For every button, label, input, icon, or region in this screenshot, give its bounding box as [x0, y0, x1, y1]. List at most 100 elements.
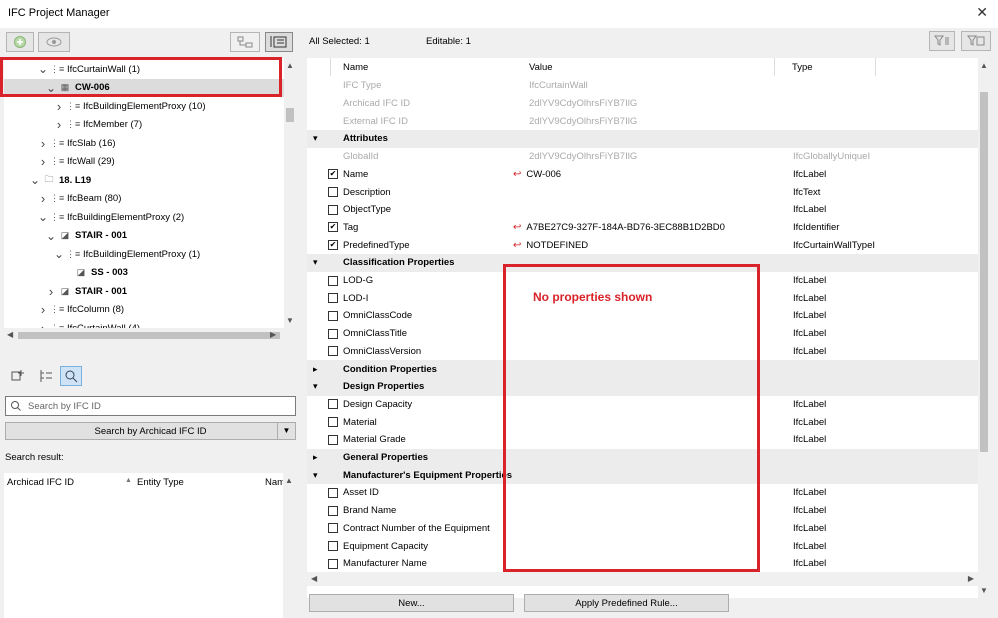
property-checkbox[interactable]: ✔: [328, 240, 338, 251]
search-mode-dropdown[interactable]: Search by Archicad IFC ID ▼: [5, 422, 296, 440]
apply-predefined-rule-button[interactable]: Apply Predefined Rule...: [524, 594, 729, 612]
scroll-down-icon[interactable]: ▼: [980, 586, 988, 595]
tree-item[interactable]: ◪ SS - 003: [4, 264, 284, 282]
filter-checked-button[interactable]: [961, 31, 991, 51]
chevron-right-icon[interactable]: ›: [54, 117, 64, 132]
tree-item[interactable]: › ⋮≡ IfcWall (29): [4, 153, 284, 171]
chevron-right-icon[interactable]: ›: [38, 321, 48, 329]
property-row[interactable]: External IFC ID 2dlYV9CdyOlhrsFiYB7IlG: [307, 112, 978, 130]
column-header-name[interactable]: Name: [337, 58, 527, 76]
scroll-thumb[interactable]: [18, 332, 280, 339]
scroll-thumb[interactable]: [286, 108, 294, 122]
revert-arrow-icon[interactable]: ↩: [513, 222, 521, 233]
property-checkbox[interactable]: [328, 310, 338, 321]
property-row[interactable]: ✔ Tag ↩ A7BE27C9-327F-184A-BD76-3EC88B1D2BD…: [307, 219, 978, 237]
revert-arrow-icon[interactable]: ↩: [513, 169, 521, 180]
search-toggle-button[interactable]: [60, 366, 82, 386]
property-checkbox[interactable]: [328, 275, 338, 286]
tree-item[interactable]: › ◪ STAIR - 001: [4, 282, 284, 300]
tree-item[interactable]: ⌄ ⋮≡ IfcBuildingElementProxy (2): [4, 208, 284, 226]
tree-item[interactable]: ⌄ 🗀 18. L19: [4, 171, 284, 189]
property-checkbox[interactable]: [328, 487, 338, 498]
collapse-icon[interactable]: ▾: [313, 254, 318, 272]
property-row[interactable]: ✔ PredefinedType ↩ NOTDEFINED IfcCurtainWall…: [307, 236, 978, 254]
chevron-down-icon[interactable]: ⌄: [38, 210, 48, 224]
property-checkbox[interactable]: [328, 328, 338, 339]
tree-item[interactable]: › ⋮≡ IfcSlab (16): [4, 134, 284, 152]
list-view-button[interactable]: [265, 32, 293, 52]
property-checkbox[interactable]: [328, 346, 338, 357]
property-row[interactable]: ✔ Name ↩ CW-006 IfcLabel: [307, 166, 978, 184]
property-value[interactable]: ↩ NOTDEFINED: [513, 236, 783, 254]
property-value[interactable]: ↩ A7BE27C9-327F-184A-BD76-3EC88B1D2BD0: [513, 219, 783, 237]
property-checkbox[interactable]: [328, 434, 338, 445]
property-value[interactable]: [513, 183, 783, 201]
scroll-down-icon[interactable]: ▼: [286, 316, 294, 325]
property-checkbox[interactable]: ✔: [328, 169, 338, 180]
scroll-up-icon[interactable]: ▲: [285, 476, 293, 485]
property-checkbox[interactable]: [328, 541, 338, 552]
property-checkbox[interactable]: [328, 523, 338, 534]
chevron-down-icon[interactable]: ⌄: [54, 247, 64, 261]
sort-up-icon[interactable]: ▲: [125, 477, 132, 484]
tree-item[interactable]: › ⋮≡ IfcBeam (80): [4, 190, 284, 208]
chevron-right-icon[interactable]: ›: [38, 191, 48, 206]
filter-settings-button[interactable]: [929, 31, 955, 51]
expand-icon[interactable]: ▸: [313, 449, 318, 467]
property-checkbox[interactable]: ✔: [328, 222, 338, 233]
collapse-icon[interactable]: ▾: [313, 130, 318, 148]
column-header-type[interactable]: Type: [786, 58, 876, 76]
chevron-down-icon[interactable]: ⌄: [30, 173, 40, 187]
property-row[interactable]: IFC Type IfcCurtainWall: [307, 77, 978, 95]
scroll-left-icon[interactable]: ◀: [7, 330, 13, 339]
tree-item[interactable]: › ⋮≡ IfcBuildingElementProxy (10): [4, 97, 284, 115]
property-row[interactable]: ObjectType IfcLabel: [307, 201, 978, 219]
tree-item[interactable]: › ⋮≡ IfcCurtainWall (4): [4, 319, 284, 329]
tree-item[interactable]: › ⋮≡ IfcMember (7): [4, 116, 284, 134]
property-row[interactable]: Description IfcText: [307, 183, 978, 201]
property-checkbox[interactable]: [328, 558, 338, 569]
chevron-right-icon[interactable]: ›: [38, 302, 48, 317]
tree-horizontal-scrollbar[interactable]: ◀ ▶: [4, 328, 296, 342]
grid-vertical-scrollbar[interactable]: ▲ ▼: [978, 58, 990, 598]
column-header-entity-type[interactable]: Entity Type: [137, 477, 184, 491]
tree-item[interactable]: ⌄ ⋮≡ IfcBuildingElementProxy (1): [4, 245, 284, 263]
chevron-down-icon[interactable]: ▼: [277, 423, 295, 439]
chevron-right-icon[interactable]: ›: [38, 154, 48, 169]
new-button[interactable]: New...: [309, 594, 514, 612]
property-value[interactable]: [513, 201, 783, 219]
section-row[interactable]: ▾ Attributes: [307, 130, 978, 148]
property-row[interactable]: GlobalId 2dlYV9CdyOlhrsFiYB7IlG IfcGloball…: [307, 148, 978, 166]
collapse-icon[interactable]: ▾: [313, 378, 318, 396]
revert-arrow-icon[interactable]: ↩: [513, 240, 521, 251]
property-value[interactable]: ↩ CW-006: [513, 166, 783, 184]
scroll-right-icon[interactable]: ▶: [270, 330, 276, 339]
results-scrollbar[interactable]: ▲: [283, 473, 295, 618]
hierarchy-view-button[interactable]: [230, 32, 260, 52]
chevron-right-icon[interactable]: ›: [46, 284, 56, 299]
property-checkbox[interactable]: [328, 417, 338, 428]
column-header-ifc-id[interactable]: Archicad IFC ID: [7, 477, 74, 491]
property-checkbox[interactable]: [328, 293, 338, 304]
collapse-icon[interactable]: ▾: [313, 466, 318, 484]
scroll-left-icon[interactable]: ◀: [311, 574, 317, 583]
close-icon[interactable]: ✕: [976, 4, 988, 21]
add-icon-button[interactable]: [6, 32, 34, 52]
scroll-up-icon[interactable]: ▲: [286, 61, 294, 70]
add-element-icon[interactable]: [10, 368, 26, 384]
visibility-button[interactable]: [38, 32, 70, 52]
tree-item[interactable]: › ⋮≡ IfcColumn (8): [4, 301, 284, 319]
scroll-thumb[interactable]: [980, 92, 988, 452]
project-tree[interactable]: ⌄ ⋮≡ IfcCurtainWall (1) ⌄ ▦ CW-006 › ⋮≡ IfcBuild…: [4, 58, 284, 328]
search-input[interactable]: Search by IFC ID: [5, 396, 296, 416]
property-row[interactable]: Archicad IFC ID 2dlYV9CdyOlhrsFiYB7IlG: [307, 95, 978, 113]
property-checkbox[interactable]: [328, 399, 338, 410]
chevron-right-icon[interactable]: ›: [38, 136, 48, 151]
expand-icon[interactable]: ▸: [313, 360, 318, 378]
tree-structure-icon[interactable]: [38, 368, 54, 384]
chevron-right-icon[interactable]: ›: [54, 99, 64, 114]
tree-item[interactable]: ⌄ ◪ STAIR - 001: [4, 227, 284, 245]
grid-horizontal-scrollbar[interactable]: ◀ ▶: [307, 572, 978, 586]
property-checkbox[interactable]: [328, 204, 338, 215]
property-checkbox[interactable]: [328, 187, 338, 198]
